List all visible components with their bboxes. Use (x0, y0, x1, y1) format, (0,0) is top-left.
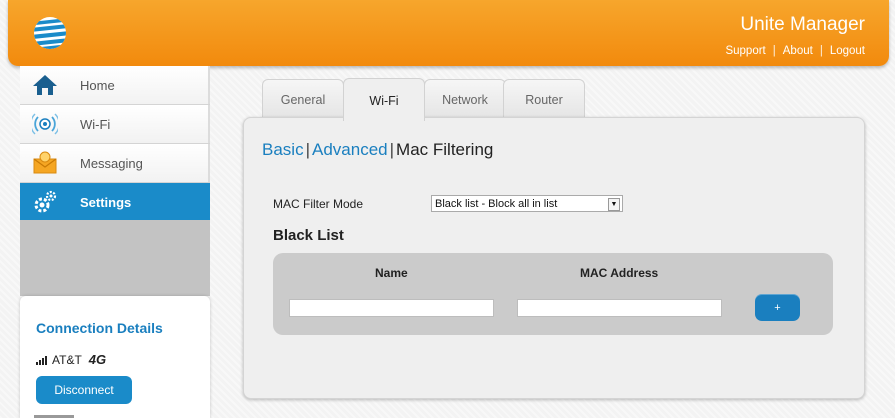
subnav-divider: | (389, 140, 395, 159)
about-link[interactable]: About (783, 45, 813, 57)
att-globe-icon[interactable] (32, 15, 68, 51)
mac-address-input[interactable] (517, 299, 722, 317)
envelope-icon (33, 151, 57, 174)
subnav: Basic | Advanced | Mac Filtering (262, 140, 493, 160)
name-input[interactable] (289, 299, 494, 317)
gears-icon (34, 190, 57, 213)
subnav-divider: | (305, 140, 310, 159)
subnav-current: Mac Filtering (396, 140, 494, 159)
carrier-status: AT&T 4G (36, 352, 106, 367)
header-links: Support | About | Logout (725, 45, 865, 57)
subnav-basic-link[interactable]: Basic (262, 140, 304, 159)
carrier-name: AT&T (52, 352, 82, 367)
sidebar-item-messaging[interactable]: Messaging (20, 144, 210, 183)
sidebar: Home Wi-Fi Messaging Settings Connection… (20, 66, 210, 418)
home-icon (33, 75, 57, 95)
sidebar-item-settings[interactable]: Settings (20, 183, 210, 222)
add-entry-button[interactable]: + (755, 294, 800, 321)
connection-details-title: Connection Details (36, 320, 163, 336)
sidebar-item-label: Home (80, 78, 115, 93)
sidebar-item-home[interactable]: Home (20, 66, 210, 105)
top-header: Unite Manager Support | About | Logout (8, 0, 889, 66)
tab-general[interactable]: General (262, 79, 344, 120)
column-header-name: Name (375, 266, 408, 280)
black-list-title: Black List (273, 227, 344, 244)
wifi-icon (32, 113, 58, 135)
app-title: Unite Manager (740, 14, 865, 35)
link-divider: | (772, 45, 776, 57)
select-value: Black list - Block all in list (435, 198, 558, 210)
column-header-mac: MAC Address (580, 266, 659, 280)
disconnect-button[interactable]: Disconnect (36, 376, 132, 404)
mac-filter-mode-select[interactable]: Black list - Block all in list ▼ (431, 195, 623, 212)
tab-router[interactable]: Router (503, 79, 585, 120)
mac-filter-mode-label: MAC Filter Mode (273, 197, 364, 211)
black-list-table: Name MAC Address + (273, 253, 833, 335)
logout-link[interactable]: Logout (830, 45, 865, 57)
tab-wifi[interactable]: Wi-Fi (343, 78, 425, 121)
sidebar-item-wifi[interactable]: Wi-Fi (20, 105, 210, 144)
subnav-advanced-link[interactable]: Advanced (312, 140, 388, 159)
sidebar-item-label: Settings (80, 195, 132, 210)
network-4g-icon: 4G (88, 352, 107, 367)
signal-bars-icon (36, 355, 47, 365)
chevron-down-icon[interactable]: ▼ (608, 198, 620, 211)
sidebar-spacer (20, 220, 210, 296)
tab-network[interactable]: Network (424, 79, 506, 120)
content-panel: Basic | Advanced | Mac Filtering MAC Filter … (243, 117, 865, 399)
sidebar-item-label: Messaging (80, 156, 143, 171)
sidebar-item-label: Wi-Fi (80, 117, 111, 132)
support-link[interactable]: Support (725, 45, 765, 57)
link-divider: | (819, 45, 823, 57)
connection-details-panel: Connection Details AT&T 4G Disconnect (20, 296, 210, 418)
